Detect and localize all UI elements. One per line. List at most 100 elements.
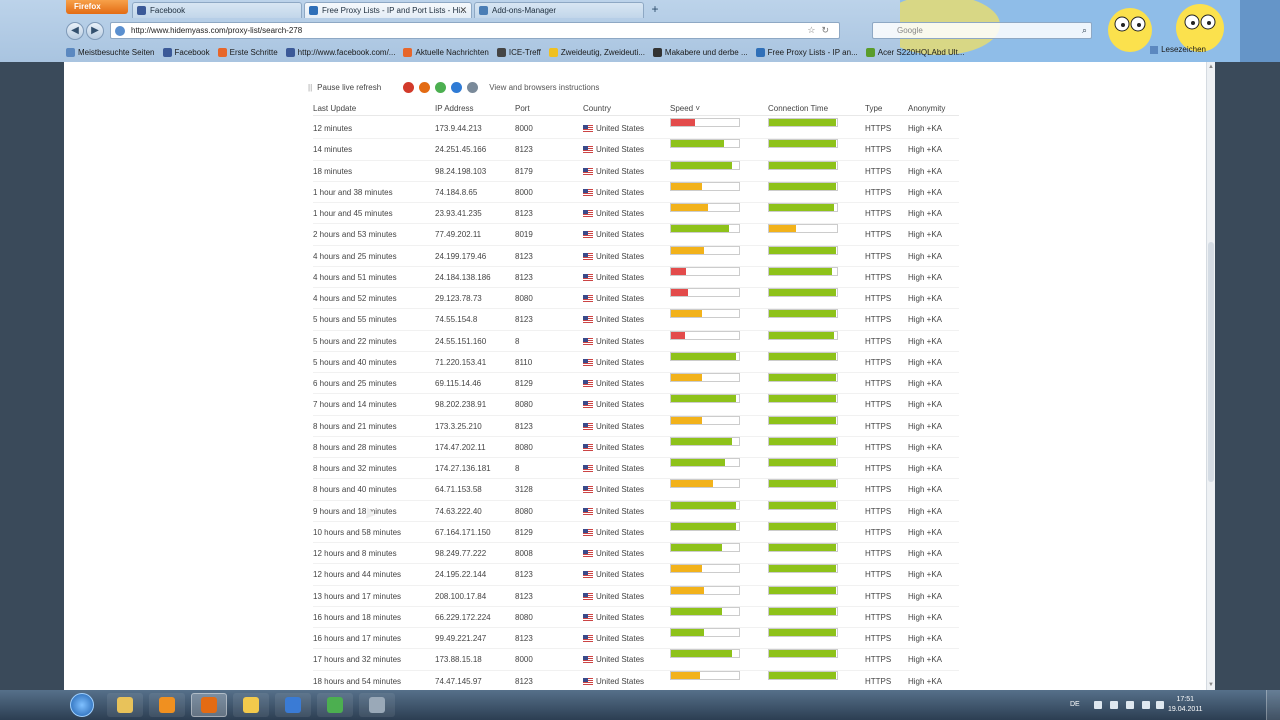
cell-anonymity: High +KA <box>908 421 943 431</box>
speed-bar-fill <box>671 374 702 381</box>
cell-country: United States <box>583 437 644 458</box>
browser-icon-safari[interactable] <box>467 82 479 93</box>
cell-ip-address: 173.9.44.213 <box>435 124 482 133</box>
pause-icon[interactable]: || <box>308 83 312 92</box>
connection-bar-fill <box>769 331 834 339</box>
cell-last-update: 7 hours and 14 minutes <box>313 400 397 410</box>
flag-icon[interactable] <box>1126 701 1134 709</box>
cell-country: United States <box>583 586 644 607</box>
header-anonymity[interactable]: Anonymity <box>908 104 945 113</box>
bookmark-item[interactable]: Meistbesuchte Seiten <box>66 47 155 57</box>
bookmark-item[interactable]: http://www.facebook.com/... <box>285 47 395 57</box>
taskbar-folder-button[interactable] <box>233 693 269 717</box>
bookmark-item[interactable]: Zweideutig, Zweideuti... <box>548 47 645 57</box>
browser-icon-chrome[interactable] <box>435 82 447 93</box>
close-tab-icon[interactable]: ✕ <box>459 5 467 16</box>
cell-last-update: 5 hours and 55 minutes <box>313 315 397 325</box>
cell-port: 8080 <box>515 294 533 303</box>
bookmark-item[interactable]: Erste Schritte <box>217 47 278 57</box>
country-name: United States <box>596 379 645 388</box>
header-type[interactable]: Type <box>865 104 882 113</box>
cell-ip-address: 208.100.17.84 <box>435 591 487 601</box>
speed-bar <box>670 373 740 382</box>
tray-arrow-icon[interactable] <box>1094 701 1102 709</box>
connection-time-bar <box>768 521 838 531</box>
us-flag-icon <box>583 571 593 579</box>
connection-bar-fill <box>769 629 836 636</box>
bookmark-item[interactable]: ICE-Treff <box>496 47 541 57</box>
new-tab-button[interactable]: + <box>646 2 664 18</box>
browser-icon-ie[interactable] <box>451 82 463 93</box>
view-instructions-link[interactable]: View and browsers instructions <box>489 83 599 92</box>
scroll-down-icon[interactable]: ▼ <box>1207 682 1215 688</box>
bookmark-item[interactable]: Facebook <box>162 47 210 57</box>
us-flag-icon <box>583 337 593 345</box>
bookmark-label: Aktuelle Nachrichten <box>415 47 489 57</box>
taskbar-media-player-button[interactable] <box>149 693 185 717</box>
url-actions: ☆↻ <box>807 25 835 36</box>
bookmark-item[interactable]: Free Proxy Lists - IP an... <box>755 47 858 57</box>
clock[interactable]: 17:51 19.04.2011 <box>1168 695 1203 715</box>
site-identity-icon[interactable] <box>115 25 125 36</box>
taskbar-app-blue-button[interactable] <box>275 693 311 717</box>
pause-refresh-link[interactable]: Pause live refresh <box>317 83 381 92</box>
taskbar-explorer-button[interactable] <box>107 693 143 717</box>
bookmark-item[interactable]: Aktuelle Nachrichten <box>403 47 489 57</box>
taskbar-app-grey-button[interactable] <box>359 693 395 717</box>
tab-facebook[interactable]: Facebook <box>132 2 302 18</box>
header-last-update[interactable]: Last Update <box>313 104 356 113</box>
browser-icon-firefox[interactable] <box>419 82 431 93</box>
firefox-menu-button[interactable]: Firefox <box>66 0 128 14</box>
us-flag-icon <box>583 507 593 515</box>
connection-bar-fill <box>769 501 836 509</box>
header-speed[interactable]: Speed ˅ <box>670 104 700 113</box>
tab-label: Free Proxy Lists - IP and Port Lists - H… <box>322 6 467 15</box>
show-desktop-button[interactable] <box>1266 690 1280 720</box>
url-bar[interactable]: http://www.hidemyass.com/proxy-list/sear… <box>110 22 840 39</box>
tab-addons-manager[interactable]: Add-ons-Manager <box>474 2 644 18</box>
clock-time: 17:51 <box>1176 696 1195 703</box>
cell-country: United States <box>583 246 644 267</box>
bookmarks-menu[interactable]: Lesezeichen <box>1150 45 1206 54</box>
taskbar-chrome-button[interactable] <box>317 693 353 717</box>
header-ip-address[interactable]: IP Address <box>435 104 474 113</box>
search-icon[interactable]: ⌕ <box>1082 25 1087 36</box>
cell-ip-address: 74.63.222.40 <box>435 506 482 516</box>
reload-icon[interactable]: ↻ <box>821 25 835 35</box>
connection-bar-fill <box>769 416 836 424</box>
search-input[interactable]: Google ⌕ <box>872 22 1092 39</box>
us-flag-icon <box>583 380 593 387</box>
start-button[interactable] <box>70 693 94 717</box>
connection-bar-fill <box>769 140 836 148</box>
cell-anonymity: High +KA <box>908 166 943 176</box>
volume-icon[interactable] <box>1142 701 1150 709</box>
forward-button[interactable]: ▶ <box>86 21 104 40</box>
header-country[interactable]: Country <box>583 104 611 113</box>
header-connection-time[interactable]: Connection Time <box>768 104 828 113</box>
tab-label: Add-ons-Manager <box>492 6 557 15</box>
connection-bar-fill <box>769 352 836 360</box>
cell-type: HTTPS <box>865 294 892 303</box>
cell-country: United States <box>583 522 644 543</box>
network-icon[interactable] <box>1110 701 1118 709</box>
scrollbar-thumb[interactable] <box>1208 242 1214 482</box>
browser-icon-opera[interactable] <box>403 82 415 93</box>
header-port[interactable]: Port <box>515 104 530 113</box>
bookmark-star-icon[interactable]: ☆ <box>807 25 821 35</box>
cell-type: HTTPS <box>865 379 892 388</box>
bookmark-favicon-icon <box>403 47 413 57</box>
back-button[interactable]: ◀ <box>66 21 84 40</box>
bookmark-item[interactable]: Acer S220HQLAbd Ult... <box>865 47 964 57</box>
cell-type: HTTPS <box>865 230 892 240</box>
power-icon[interactable] <box>1156 701 1164 709</box>
tab-proxy-lists[interactable]: Free Proxy Lists - IP and Port Lists - H… <box>304 2 472 18</box>
taskbar-firefox-button[interactable] <box>191 693 227 717</box>
scroll-up-icon[interactable]: ▲ <box>1207 64 1215 70</box>
country-name: United States <box>596 400 645 410</box>
language-indicator[interactable]: DE <box>1070 701 1080 708</box>
cell-port: 8123 <box>515 145 533 155</box>
bookmark-item[interactable]: Makabere und derbe ... <box>652 47 748 57</box>
cell-port: 8008 <box>515 549 533 558</box>
cell-anonymity: High +KA <box>908 591 943 601</box>
page-scrollbar[interactable]: ▲ ▼ <box>1206 62 1215 690</box>
